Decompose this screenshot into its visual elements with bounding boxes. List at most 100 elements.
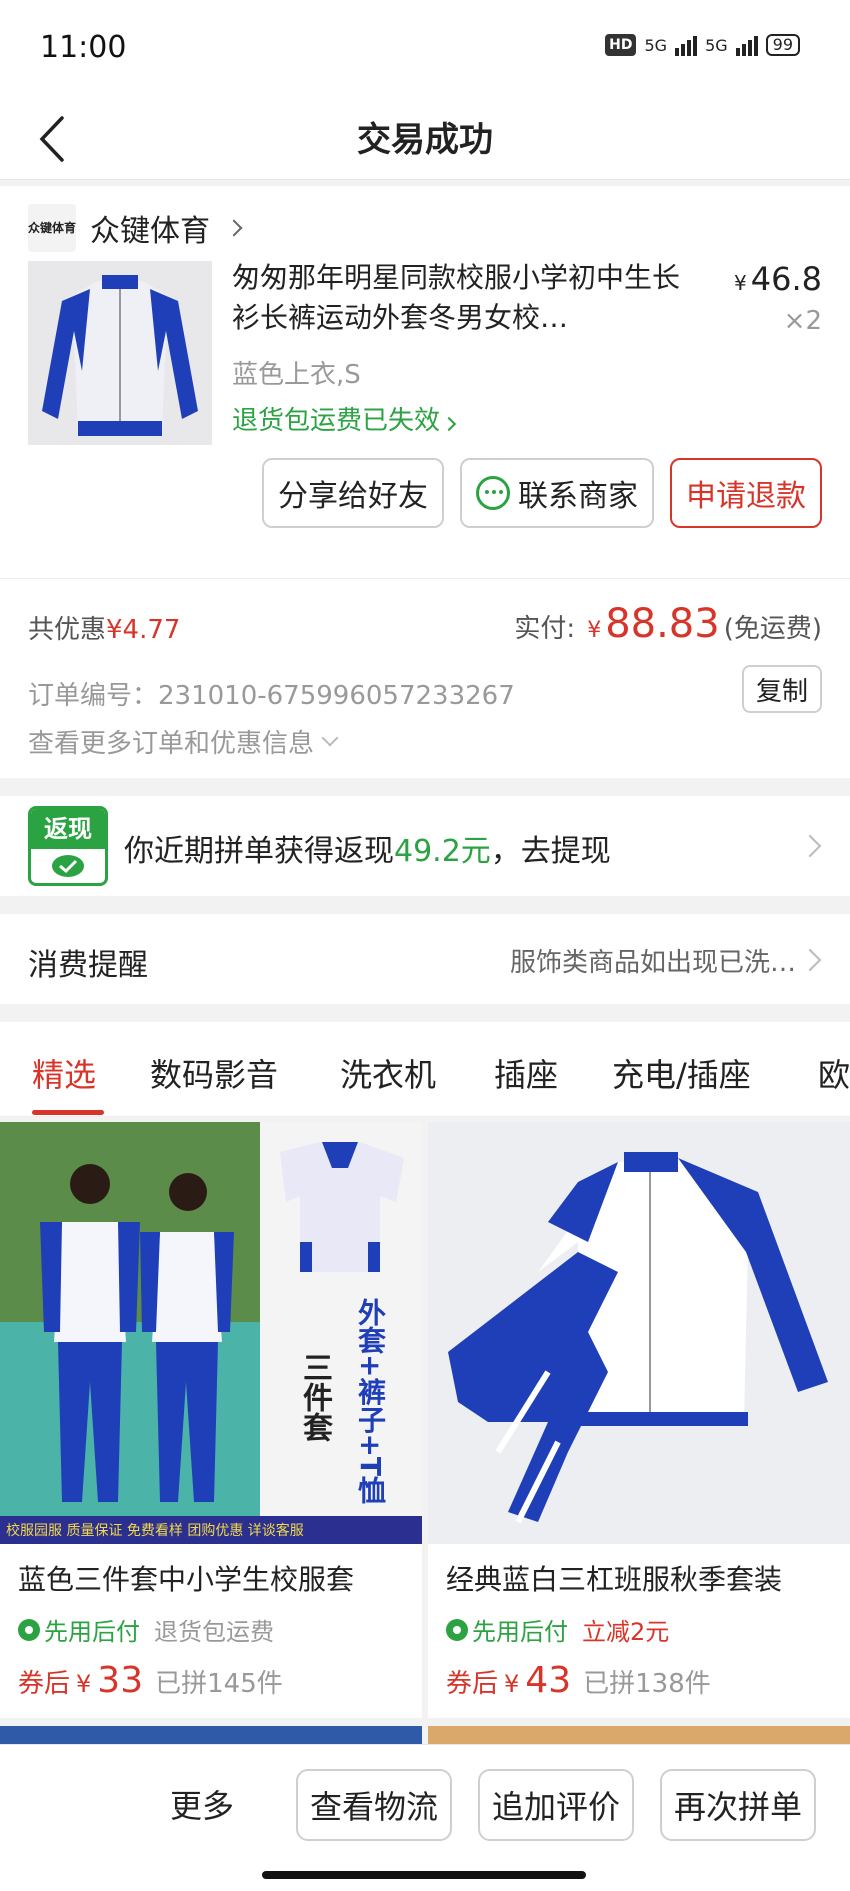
chevron-right-icon [441, 416, 457, 432]
order-card: 众键体育 众键体育 匆匆那年明星同款校服小学初中生长衫长裤运动外套冬男女校… ¥… [0, 186, 850, 578]
product-card-title: 蓝色三件套中小学生校服套 [18, 1563, 355, 1596]
product-title[interactable]: 匆匆那年明星同款校服小学初中生长衫长裤运动外套冬男女校… [232, 258, 692, 338]
return-shipping-status[interactable]: 退货包运费已失效 [232, 400, 457, 437]
signal-icon [675, 34, 698, 56]
image-caption-items: 外套+裤子+T恤 [354, 1298, 387, 1505]
paid-amount: 88.83 [605, 601, 720, 647]
coupon-label: 券后 [18, 1669, 71, 1699]
add-review-button[interactable]: 追加评价 [478, 1769, 635, 1841]
status-icons: HD 5G 5G 99 [605, 34, 800, 56]
refund-button[interactable]: 申请退款 [670, 458, 822, 528]
discount-summary: 共优惠¥4.77 [28, 609, 180, 646]
share-label: 分享给好友 [278, 479, 428, 514]
share-button[interactable]: 分享给好友 [262, 458, 444, 528]
network-label-1: 5G [644, 35, 668, 55]
cashback-banner[interactable]: 返现 你近期拼单获得返现49.2元，去提现 [0, 796, 850, 896]
pay-later-icon [446, 1618, 468, 1641]
product-card[interactable]: 经典蓝白三杠班服秋季套装 先用后付 立减2元 券后 ¥ 43 已拼138件 [428, 1122, 850, 1718]
tab-washing-machine[interactable]: 洗衣机 [340, 1050, 436, 1096]
product-card-image [428, 1122, 850, 1544]
product-price: ¥46.8 [734, 260, 822, 298]
reminder-label: 消费提醒 [28, 948, 148, 983]
more-order-info[interactable]: 查看更多订单和优惠信息 [28, 723, 339, 760]
battery-icon: 99 [765, 34, 800, 56]
tracksuit-image [428, 1122, 850, 1544]
chevron-right-icon [798, 948, 822, 972]
image-caption-set: 三件套 [297, 1352, 332, 1442]
product-card-title: 经典蓝白三杠班服秋季套装 [446, 1563, 783, 1596]
product-image[interactable] [28, 261, 212, 445]
product-spec: 蓝色上衣,S [232, 360, 361, 390]
jacket-image [28, 261, 212, 445]
consumer-reminder[interactable]: 消费提醒 服饰类商品如出现已洗… [0, 914, 850, 1004]
chevron-right-icon [225, 219, 243, 237]
view-logistics-button[interactable]: 查看物流 [296, 1769, 453, 1841]
product-card-price: 券后 ¥ 33 已拼145件 [18, 1660, 283, 1701]
cashback-suffix: ，去提现 [490, 834, 611, 869]
tab-featured[interactable]: 精选 [32, 1050, 96, 1096]
reorder-button[interactable]: 再次拼单 [660, 1769, 817, 1841]
tab-more[interactable]: 欧 [818, 1050, 850, 1096]
order-number: 订单编号：231010-675996057233267 [28, 681, 515, 711]
home-indicator[interactable] [262, 1871, 586, 1879]
cashback-prefix: 你近期拼单获得返现 [124, 834, 394, 869]
cashback-amount: 49.2元 [394, 834, 491, 869]
status-time: 11:00 [40, 30, 127, 65]
product-card[interactable]: 三件套 外套+裤子+T恤 校服园服 质量保证 免费看样 团购优惠 详谈客服 蓝色… [0, 1122, 422, 1718]
cashback-text: 你近期拼单获得返现49.2元，去提现 [124, 826, 611, 870]
price-value: 33 [97, 1660, 144, 1701]
return-shipping-text: 退货包运费已失效 [232, 406, 441, 436]
tab-digital-av[interactable]: 数码影音 [150, 1050, 278, 1096]
reminder-value: 服饰类商品如出现已洗… [509, 948, 796, 978]
pay-later-tag: 先用后付 [18, 1612, 140, 1647]
tab-socket[interactable]: 插座 [494, 1050, 558, 1096]
more-info-text: 查看更多订单和优惠信息 [28, 729, 315, 759]
product-card-tags: 先用后付 退货包运费 [18, 1612, 274, 1647]
discount-label: 共优惠 [28, 615, 107, 645]
copy-order-number-button[interactable]: 复制 [741, 665, 822, 713]
store-header[interactable]: 众键体育 众键体育 [28, 204, 243, 252]
price-currency: ¥ [734, 271, 747, 295]
sold-count: 已拼138件 [583, 1669, 711, 1699]
sold-count: 已拼145件 [155, 1669, 283, 1699]
pay-later-label: 先用后付 [472, 1618, 568, 1646]
cashback-icon: 返现 [28, 806, 108, 886]
wallet-icon [52, 855, 84, 877]
page-title: 交易成功 [357, 120, 493, 160]
return-shipping-tag: 退货包运费 [154, 1618, 274, 1646]
contact-label: 联系商家 [518, 479, 638, 514]
price-value: 46.8 [750, 260, 822, 298]
discount-tag: 立减2元 [582, 1618, 670, 1646]
contact-seller-button[interactable]: 联系商家 [460, 458, 654, 528]
product-card-image: 三件套 外套+裤子+T恤 校服园服 质量保证 免费看样 团购优惠 详谈客服 [0, 1122, 422, 1544]
paid-currency: ¥ [587, 618, 602, 643]
payment-card: 共优惠¥4.77 实付: ¥ 88.83 (免运费) 订单编号：231010-6… [0, 578, 850, 778]
price-value: 43 [525, 1660, 572, 1701]
bottom-action-bar: 更多 查看物流 追加评价 再次拼单 [0, 1744, 850, 1891]
price-currency: ¥ [76, 1670, 92, 1698]
product-quantity: ×2 [783, 306, 822, 336]
tab-charging-socket[interactable]: 充电/插座 [612, 1050, 751, 1096]
signal-icon-2 [735, 34, 758, 56]
store-logo: 众键体育 [28, 204, 76, 252]
discount-value: ¥4.77 [106, 615, 181, 645]
store-name: 众键体育 [90, 214, 210, 249]
chevron-right-icon [798, 834, 822, 858]
pay-later-icon [18, 1618, 40, 1641]
nav-bar: 交易成功 [0, 100, 850, 180]
coupon-label: 券后 [446, 1669, 499, 1699]
product-card-tags: 先用后付 立减2元 [446, 1612, 669, 1647]
chevron-down-icon [321, 729, 339, 746]
chat-icon [476, 476, 510, 510]
pay-later-label: 先用后付 [44, 1618, 140, 1646]
more-button[interactable]: 更多 [170, 1781, 234, 1827]
hd-icon: HD [605, 34, 637, 56]
next-product-peek [428, 1726, 850, 1744]
shipping-note: (免运费) [723, 614, 822, 644]
category-tabs: 精选 数码影音 洗衣机 插座 充电/插座 欧 [0, 1022, 850, 1117]
paid-label: 实付: [514, 614, 576, 644]
refund-label: 申请退款 [686, 479, 806, 514]
price-currency: ¥ [504, 1670, 520, 1698]
order-actions: 分享给好友 联系商家 申请退款 [262, 458, 822, 528]
cashback-icon-label: 返现 [31, 809, 105, 849]
